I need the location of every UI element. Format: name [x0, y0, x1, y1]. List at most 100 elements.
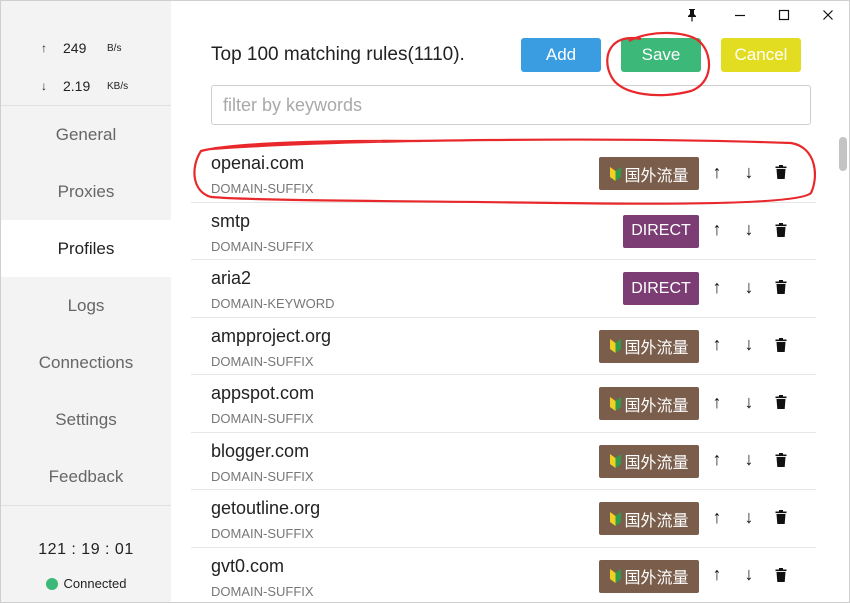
rule-pattern: aria2: [211, 268, 252, 288]
rule-type: DOMAIN-SUFFIX: [211, 526, 314, 541]
rule-target-badge[interactable]: 国外流量: [599, 444, 699, 478]
sidebar-item-logs[interactable]: Logs: [1, 277, 171, 334]
trash-icon[interactable]: [771, 334, 791, 356]
move-down-icon[interactable]: ↓: [739, 219, 759, 241]
rule-target-badge[interactable]: 国外流量: [599, 329, 699, 363]
rule-pattern: appspot.com: [211, 383, 315, 403]
move-up-icon[interactable]: ↑: [707, 219, 727, 241]
sidebar: ↑ 249 B/s ↓ 2.19 KB/s General Proxies Pr…: [1, 1, 171, 602]
rule-row[interactable]: ampproject.org DOMAIN-SUFFIX 国外流量 ↑ ↓: [191, 318, 816, 375]
rule-target-label: 国外流量: [624, 167, 689, 185]
rule-type: DOMAIN-SUFFIX: [211, 468, 314, 484]
trash-icon[interactable]: [771, 391, 791, 413]
move-down-icon[interactable]: ↓: [739, 506, 759, 528]
rule-type: DOMAIN-SUFFIX: [211, 181, 314, 196]
rule-type: DOMAIN-SUFFIX: [211, 583, 314, 599]
save-button[interactable]: Save: [621, 38, 701, 72]
trash-icon[interactable]: [771, 449, 791, 471]
rule-target-label: 国外流量: [624, 397, 689, 415]
rule-row[interactable]: appspot.com DOMAIN-SUFFIX 国外流量 ↑ ↓: [191, 375, 816, 433]
rules-list: openai.com DOMAIN-SUFFIX 国外流量 ↑ ↓ smtp DOMAIN-…: [191, 145, 816, 603]
rule-pattern: getoutline.org: [211, 498, 321, 518]
move-up-icon[interactable]: ↑: [707, 334, 727, 356]
rule-target-badge[interactable]: DIRECT: [623, 272, 699, 305]
move-down-icon[interactable]: ↓: [739, 161, 759, 183]
move-down-icon[interactable]: ↓: [739, 334, 759, 356]
move-up-icon[interactable]: ↑: [707, 506, 727, 528]
rule-target-badge[interactable]: 国外流量: [599, 559, 699, 593]
sidebar-item-proxies[interactable]: Proxies: [1, 163, 171, 220]
beginner-mark-icon: [610, 166, 622, 181]
rule-target-label: 国外流量: [624, 455, 689, 472]
cancel-button[interactable]: Cancel: [721, 38, 801, 72]
trash-icon[interactable]: [771, 506, 791, 528]
rule-pattern: smtp: [211, 210, 251, 231]
sidebar-item-general[interactable]: General: [1, 106, 171, 163]
rule-target-label: DIRECT: [631, 279, 691, 297]
filter-input[interactable]: [211, 85, 811, 125]
maximize-icon[interactable]: [761, 1, 807, 29]
move-up-icon[interactable]: ↑: [707, 276, 727, 298]
rule-row[interactable]: smtp DOMAIN-SUFFIX DIRECT ↑ ↓: [191, 203, 816, 260]
rule-row[interactable]: getoutline.org DOMAIN-SUFFIX 国外流量 ↑ ↓: [191, 490, 816, 548]
rule-row[interactable]: openai.com DOMAIN-SUFFIX 国外流量 ↑ ↓: [191, 145, 816, 203]
rule-target-badge[interactable]: 国外流量: [599, 502, 699, 535]
trash-icon[interactable]: [771, 564, 791, 586]
move-down-icon[interactable]: ↓: [739, 564, 759, 586]
close-icon[interactable]: [805, 1, 849, 29]
rule-type: DOMAIN-SUFFIX: [211, 238, 314, 254]
divider: [1, 505, 171, 506]
add-button[interactable]: Add: [521, 38, 601, 72]
app-window: ↑ 249 B/s ↓ 2.19 KB/s General Proxies Pr…: [0, 0, 850, 603]
move-up-icon[interactable]: ↑: [707, 391, 727, 413]
page-title: Top 100 matching rules(1110).: [211, 44, 465, 65]
trash-icon[interactable]: [771, 276, 791, 298]
download-arrow-icon: ↓: [41, 79, 47, 93]
upload-unit: B/s: [107, 42, 122, 54]
beginner-mark-icon: [610, 339, 622, 353]
move-down-icon[interactable]: ↓: [739, 391, 759, 413]
title-bar: [1, 1, 849, 29]
move-down-icon[interactable]: ↓: [739, 276, 759, 298]
rule-type: DOMAIN-SUFFIX: [211, 353, 314, 369]
beginner-mark-icon: [610, 454, 622, 468]
upload-speed: ↑ 249 B/s: [1, 29, 171, 67]
status-dot-icon: [45, 577, 58, 590]
rule-target-label: DIRECT: [631, 222, 691, 239]
rule-target-badge[interactable]: 国外流量: [599, 157, 699, 190]
scrollbar-thumb[interactable]: [839, 137, 847, 171]
sidebar-item-feedback[interactable]: Feedback: [1, 448, 171, 505]
move-up-icon[interactable]: ↑: [707, 564, 727, 586]
pin-icon[interactable]: [669, 1, 715, 29]
connection-status: Connected: [1, 576, 171, 591]
move-down-icon[interactable]: ↓: [739, 449, 759, 471]
rule-target-badge[interactable]: DIRECT: [623, 214, 699, 248]
download-speed: ↓ 2.19 KB/s: [1, 67, 171, 105]
trash-icon[interactable]: [771, 161, 791, 183]
trash-icon[interactable]: [771, 219, 791, 241]
traffic-stats: ↑ 249 B/s ↓ 2.19 KB/s: [1, 29, 171, 105]
rule-pattern: ampproject.org: [211, 325, 332, 346]
rule-type: DOMAIN-KEYWORD: [211, 296, 335, 311]
rule-target-badge[interactable]: 国外流量: [599, 387, 699, 420]
sidebar-item-settings[interactable]: Settings: [1, 391, 171, 448]
beginner-mark-icon: [610, 396, 622, 411]
rule-target-label: 国外流量: [624, 512, 689, 530]
upload-value: 249: [63, 40, 87, 56]
rule-row[interactable]: blogger.com DOMAIN-SUFFIX 国外流量 ↑ ↓: [191, 433, 816, 490]
rule-row[interactable]: aria2 DOMAIN-KEYWORD DIRECT ↑ ↓: [191, 260, 816, 318]
rule-row[interactable]: gvt0.com DOMAIN-SUFFIX 国外流量 ↑ ↓: [191, 548, 816, 603]
rule-target-label: 国外流量: [624, 340, 689, 357]
status-label: Connected: [63, 576, 127, 591]
move-up-icon[interactable]: ↑: [707, 449, 727, 471]
beginner-mark-icon: [610, 569, 622, 583]
rule-pattern: openai.com: [211, 153, 305, 173]
sidebar-nav: General Proxies Profiles Logs Connection…: [1, 106, 171, 505]
sidebar-item-profiles[interactable]: Profiles: [1, 220, 171, 277]
move-up-icon[interactable]: ↑: [707, 161, 727, 183]
main-panel: Top 100 matching rules(1110). Add Save C…: [171, 1, 849, 603]
sidebar-item-connections[interactable]: Connections: [1, 334, 171, 391]
rule-type: DOMAIN-SUFFIX: [211, 411, 314, 426]
minimize-icon[interactable]: [717, 1, 763, 29]
rule-pattern: gvt0.com: [211, 555, 285, 576]
